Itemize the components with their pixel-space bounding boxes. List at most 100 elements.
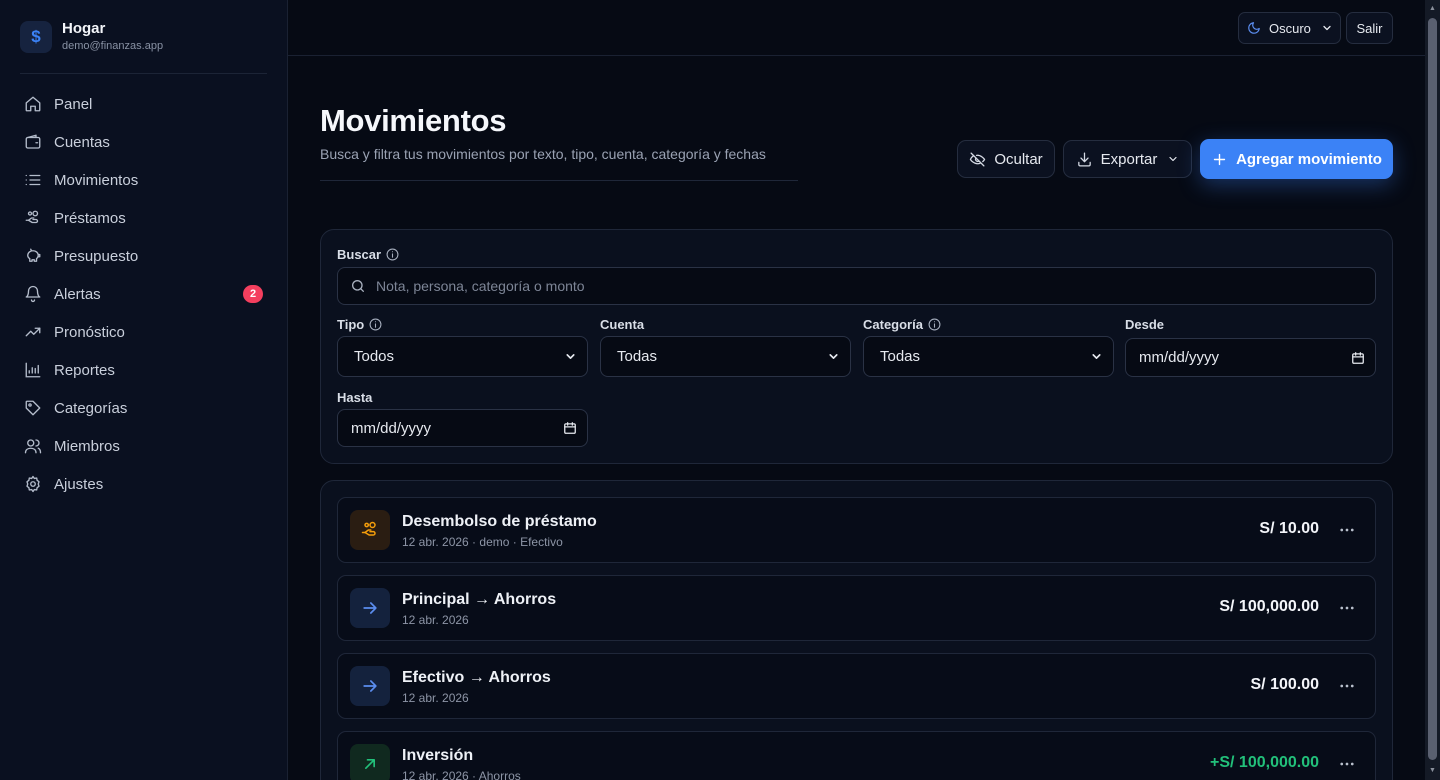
transaction-row[interactable]: Efectivo → Ahorros 12 abr. 2026 S/ 100.0… (337, 653, 1376, 719)
calendar-icon[interactable] (563, 421, 577, 435)
piggy-bank-icon (24, 247, 42, 265)
plus-icon (1211, 151, 1228, 168)
download-icon (1076, 151, 1093, 168)
transactions-card: Desembolso de préstamo 12 abr. 2026 · de… (320, 480, 1393, 780)
arrow-up-right-icon (350, 744, 390, 780)
search-input[interactable] (376, 278, 1336, 294)
scroll-up-arrow-icon[interactable]: ▲ (1428, 4, 1437, 14)
from-date-value: mm/dd/yyyy (1139, 349, 1220, 366)
header-divider (320, 180, 798, 181)
account-label: Cuenta (600, 317, 644, 332)
moon-icon (1247, 21, 1261, 35)
brand-name: Hogar (62, 20, 106, 37)
transaction-row[interactable]: Principal → Ahorros 12 abr. 2026 S/ 100,… (337, 575, 1376, 641)
account-select[interactable]: Todas (600, 336, 851, 377)
eye-off-icon (969, 151, 986, 168)
transaction-row[interactable]: Inversión 12 abr. 2026 · Ahorros +S/ 100… (337, 731, 1376, 780)
to-date-label-text: Hasta (337, 390, 373, 405)
category-label-text: Categoría (863, 317, 923, 332)
filters-card: Buscar Tipo Todos Cuenta Todas Categoría… (320, 229, 1393, 464)
scrollbar-thumb[interactable] (1428, 18, 1437, 760)
sidebar-item-cuentas[interactable]: Cuentas (14, 123, 276, 161)
hide-amounts-button[interactable]: Ocultar (957, 140, 1055, 178)
transaction-title: Desembolso de préstamo (402, 513, 597, 530)
account-label-text: Cuenta (600, 317, 645, 332)
type-select[interactable]: Todos (337, 336, 588, 377)
hand-coins-icon (350, 510, 390, 550)
sidebar-item-panel[interactable]: Panel (14, 85, 276, 123)
gear-icon (24, 475, 42, 493)
more-options-icon[interactable] (1335, 674, 1359, 698)
sidebar-item-label: Categorías (54, 399, 128, 417)
chevron-down-icon (1321, 22, 1333, 34)
wallet-icon (24, 133, 42, 151)
topbar: Oscuro Salir (288, 0, 1425, 56)
account-select-value: Todas (617, 348, 658, 365)
from-date-input[interactable]: mm/dd/yyyy (1125, 338, 1376, 377)
brand[interactable]: $ Hogar demo@finanzas.app (20, 20, 163, 54)
hide-button-label: Ocultar (994, 150, 1043, 168)
page-subtitle: Busca y filtra tus movimientos por texto… (320, 146, 766, 162)
sidebar-item-label: Movimientos (54, 171, 139, 189)
sidebar-item-reportes[interactable]: Reportes (14, 351, 276, 389)
transaction-title: Inversión (402, 747, 474, 764)
sidebar-item-ajustes[interactable]: Ajustes (14, 465, 276, 503)
sidebar-item-label: Presupuesto (54, 247, 139, 265)
to-date-value: mm/dd/yyyy (351, 419, 432, 437)
search-field[interactable] (337, 267, 1376, 305)
sidebar-item-label: Préstamos (54, 209, 126, 227)
transaction-meta: 12 abr. 2026 (402, 691, 469, 705)
transaction-meta: 12 abr. 2026 · Ahorros (402, 769, 521, 780)
from-date-label: Desde (1125, 317, 1164, 332)
search-label-text: Buscar (337, 247, 382, 262)
category-select[interactable]: Todas (863, 336, 1114, 377)
category-select-value: Todas (880, 348, 921, 365)
sidebar-item-label: Alertas (54, 285, 101, 303)
more-options-icon[interactable] (1335, 518, 1359, 542)
info-icon[interactable] (369, 318, 382, 331)
home-icon (24, 95, 42, 113)
info-icon[interactable] (928, 318, 941, 331)
theme-select[interactable]: Oscuro (1238, 12, 1341, 44)
sidebar-item-movimientos[interactable]: Movimientos (14, 161, 276, 199)
category-label: Categoría (863, 317, 941, 332)
calendar-icon[interactable] (1351, 351, 1365, 365)
search-icon (350, 278, 366, 294)
scroll-down-arrow-icon[interactable]: ▼ (1428, 766, 1437, 776)
sidebar-item-alertas[interactable]: Alertas 2 (14, 275, 276, 313)
sidebar-item-presupuesto[interactable]: Presupuesto (14, 237, 276, 275)
transaction-row[interactable]: Desembolso de préstamo 12 abr. 2026 · de… (337, 497, 1376, 563)
arrow-right-icon (350, 588, 390, 628)
sidebar-item-label: Cuentas (54, 133, 110, 151)
list-icon (24, 171, 42, 189)
hand-coins-icon (24, 209, 42, 227)
sidebar-item-prestamos[interactable]: Préstamos (14, 199, 276, 237)
chevron-down-icon (564, 350, 577, 363)
transaction-title: Principal → Ahorros (402, 591, 557, 608)
add-movement-button[interactable]: Agregar movimiento (1200, 139, 1393, 179)
transaction-amount: S/ 10.00 (1259, 520, 1319, 537)
search-label: Buscar (337, 247, 399, 262)
export-button[interactable]: Exportar (1063, 140, 1192, 178)
add-button-label: Agregar movimiento (1236, 150, 1382, 168)
sidebar: $ Hogar demo@finanzas.app Panel Cuentas … (0, 0, 288, 780)
logout-button[interactable]: Salir (1346, 12, 1393, 44)
transaction-meta: 12 abr. 2026 · demo · Efectivo (402, 535, 563, 549)
sidebar-item-miembros[interactable]: Miembros (14, 427, 276, 465)
to-date-input[interactable]: mm/dd/yyyy (337, 409, 588, 447)
alert-count-badge: 2 (243, 285, 263, 303)
tag-icon (24, 399, 42, 417)
brand-logo-icon: $ (20, 21, 52, 53)
info-icon[interactable] (386, 248, 399, 261)
more-options-icon[interactable] (1335, 596, 1359, 620)
sidebar-item-pronostico[interactable]: Pronóstico (14, 313, 276, 351)
sidebar-divider (20, 73, 267, 74)
sidebar-item-label: Panel (54, 95, 93, 113)
more-options-icon[interactable] (1335, 752, 1359, 776)
from-date-label-text: Desde (1125, 317, 1165, 332)
arrow-right-icon (350, 666, 390, 706)
page-scrollbar[interactable]: ▲ ▼ (1425, 0, 1440, 780)
transaction-amount: S/ 100.00 (1250, 676, 1320, 693)
sidebar-item-categorias[interactable]: Categorías (14, 389, 276, 427)
theme-select-value: Oscuro (1269, 20, 1311, 36)
